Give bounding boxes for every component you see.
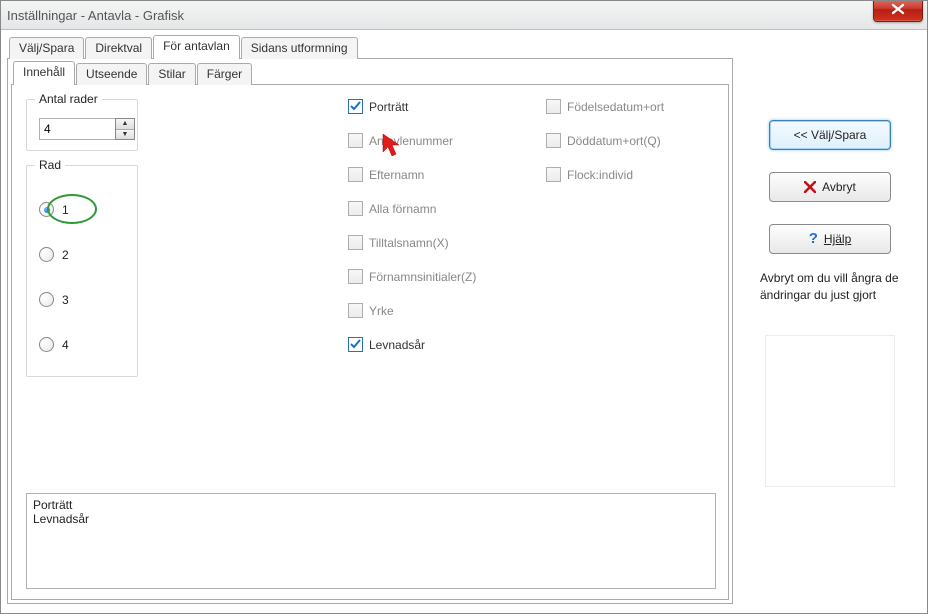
checkbox-icon	[546, 133, 561, 148]
button-label: << Välj/Spara	[794, 128, 867, 142]
check-yrke[interactable]: Yrke	[348, 303, 518, 318]
checkbox-columns: Porträtt Antavlenummer Efternamn	[348, 99, 716, 352]
check-label: Förnamnsinitialer(Z)	[369, 270, 476, 284]
check-antavlenummer[interactable]: Antavlenummer	[348, 133, 518, 148]
radio-icon	[39, 292, 54, 307]
tab-for-antavlan[interactable]: För antavlan	[153, 35, 240, 59]
help-button[interactable]: ? Hjälp	[769, 224, 891, 254]
check-label: Tilltalsnamn(X)	[369, 236, 449, 250]
checkbox-icon	[348, 133, 363, 148]
check-label: Levnadsår	[369, 338, 425, 352]
help-question-icon: ?	[809, 233, 818, 245]
radio-icon	[39, 337, 54, 352]
rad-option-label: 2	[62, 248, 69, 262]
checkbox-icon	[348, 337, 363, 352]
checkbox-col-2: Födelsedatum+ort Döddatum+ort(Q) Flock:i…	[546, 99, 716, 352]
check-alla-fornamn[interactable]: Alla förnamn	[348, 201, 518, 216]
window-title: Inställningar - Antavla - Grafisk	[7, 8, 184, 23]
tab-sidans-utformning[interactable]: Sidans utformning	[241, 37, 358, 59]
side-column: << Välj/Spara Avbryt ? Hjälp Avbryt om d…	[741, 36, 919, 604]
checkbox-icon	[348, 269, 363, 284]
checkbox-icon	[348, 303, 363, 318]
checkbox-icon	[546, 167, 561, 182]
check-efternamn[interactable]: Efternamn	[348, 167, 518, 182]
checkbox-col-1: Porträtt Antavlenummer Efternamn	[348, 99, 518, 352]
button-label: Avbryt	[822, 180, 856, 194]
checkbox-icon	[348, 167, 363, 182]
cancel-x-icon	[804, 181, 816, 193]
rows-input[interactable]	[39, 118, 115, 140]
spinner-down[interactable]: ▼	[116, 130, 134, 140]
cancel-button[interactable]: Avbryt	[769, 172, 891, 202]
close-icon	[891, 3, 905, 15]
group-antal-rader: Antal rader ▲ ▼	[26, 99, 138, 151]
group-rad: Rad 1 2	[26, 165, 138, 377]
check-doddatum[interactable]: Döddatum+ort(Q)	[546, 133, 716, 148]
check-label: Porträtt	[369, 100, 408, 114]
primary-tabstrip: Välj/Spara Direktval För antavlan Sidans…	[7, 36, 733, 59]
check-levnadsar[interactable]: Levnadsår	[348, 337, 518, 352]
tab-direktval[interactable]: Direktval	[85, 37, 152, 59]
side-note: Avbryt om du vill ångra de ändringar du …	[760, 270, 900, 305]
secondary-tabpage: Antal rader ▲ ▼ Rad	[11, 85, 729, 600]
summary-box[interactable]: Porträtt Levnadsår	[26, 493, 716, 589]
check-label: Yrke	[369, 304, 394, 318]
checkbox-icon	[348, 201, 363, 216]
check-portratt[interactable]: Porträtt	[348, 99, 518, 114]
main-column: Välj/Spara Direktval För antavlan Sidans…	[7, 36, 733, 604]
spinner-buttons: ▲ ▼	[115, 118, 135, 140]
window-body: Välj/Spara Direktval För antavlan Sidans…	[1, 30, 927, 614]
check-tilltalsnamn[interactable]: Tilltalsnamn(X)	[348, 235, 518, 250]
rad-option-label: 4	[62, 338, 69, 352]
content-grid: Antal rader ▲ ▼ Rad	[26, 99, 716, 485]
checkbox-area: Porträtt Antavlenummer Efternamn	[158, 99, 716, 485]
tab-utseende[interactable]: Utseende	[76, 63, 147, 85]
rows-label: Antal rader	[35, 92, 102, 106]
rad-option-2[interactable]: 2	[39, 247, 125, 262]
radio-icon	[39, 247, 54, 262]
checkbox-icon	[546, 99, 561, 114]
secondary-tabstrip: Innehåll Utseende Stilar Färger	[11, 62, 729, 85]
check-flock-individ[interactable]: Flock:individ	[546, 167, 716, 182]
highlight-ring	[47, 194, 97, 224]
check-fodelsedatum[interactable]: Födelsedatum+ort	[546, 99, 716, 114]
check-label: Alla förnamn	[369, 202, 436, 216]
checkbox-icon	[348, 99, 363, 114]
primary-tabpage: Innehåll Utseende Stilar Färger Antal ra…	[7, 59, 733, 604]
rad-option-4[interactable]: 4	[39, 337, 125, 352]
tab-stilar[interactable]: Stilar	[148, 63, 195, 85]
rad-option-3[interactable]: 3	[39, 292, 125, 307]
select-save-button[interactable]: << Välj/Spara	[769, 120, 891, 150]
settings-window: Inställningar - Antavla - Grafisk Välj/S…	[0, 0, 928, 614]
tab-valj-spara[interactable]: Välj/Spara	[9, 37, 84, 59]
check-label: Antavlenummer	[369, 134, 453, 148]
rows-spinner[interactable]: ▲ ▼	[39, 118, 135, 140]
tab-innehall[interactable]: Innehåll	[13, 61, 75, 85]
check-label: Döddatum+ort(Q)	[567, 134, 661, 148]
titlebar: Inställningar - Antavla - Grafisk	[1, 1, 927, 30]
checkbox-icon	[348, 235, 363, 250]
tab-farger[interactable]: Färger	[197, 63, 252, 85]
check-label: Flock:individ	[567, 168, 633, 182]
rad-label: Rad	[35, 158, 65, 172]
check-label: Efternamn	[369, 168, 424, 182]
rad-option-label: 3	[62, 293, 69, 307]
preview-box	[765, 335, 895, 487]
spinner-up[interactable]: ▲	[116, 119, 134, 130]
check-fornamnsinitialer[interactable]: Förnamnsinitialer(Z)	[348, 269, 518, 284]
left-group-column: Antal rader ▲ ▼ Rad	[26, 99, 138, 485]
close-button[interactable]	[873, 0, 923, 22]
button-label: Hjälp	[824, 232, 851, 246]
check-label: Födelsedatum+ort	[567, 100, 664, 114]
